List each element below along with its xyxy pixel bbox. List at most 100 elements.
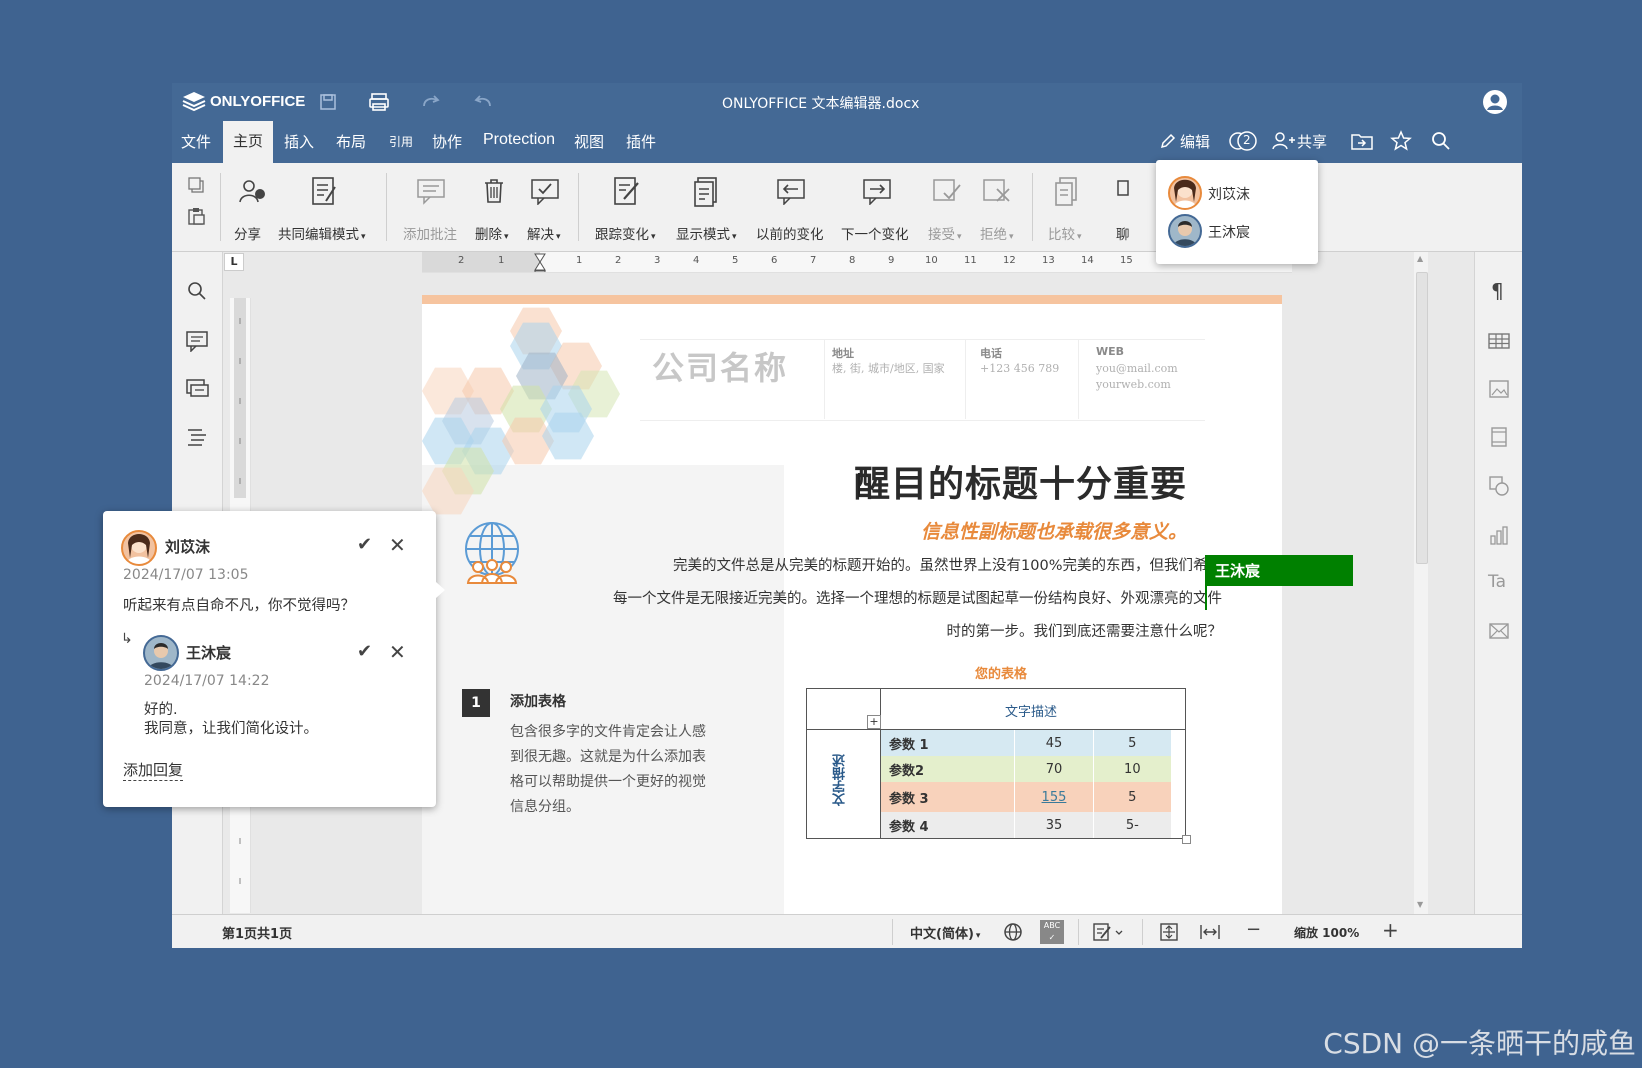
table-cell[interactable]: 70 [1014,756,1094,782]
previous-change-button[interactable]: 以前的变化 [756,223,824,243]
share-label[interactable]: 共享 [1297,131,1327,152]
tab-file[interactable]: 文件 [181,131,211,152]
display-mode-button[interactable]: 显示模式 ▾ [676,223,737,243]
compare-button[interactable]: 比较 ▾ [1048,223,1082,243]
header-footer-icon[interactable] [1489,426,1509,448]
document-table[interactable]: 文字描述 文字描述 + 参数 1 45 5 参数2 70 10 参数 3 155… [806,688,1191,844]
zoom-in-button[interactable]: + [1382,918,1399,942]
open-location-icon[interactable] [1350,131,1374,151]
tab-view[interactable]: 视图 [574,131,604,152]
undo-icon[interactable] [472,92,494,112]
section-line: 包含很多字的文件肯定会让人感 [510,724,706,740]
previous-change-icon[interactable] [776,177,806,205]
edit-pencil-icon[interactable] [1159,132,1177,150]
scroll-down-icon[interactable]: ▼ [1417,900,1423,909]
next-change-button[interactable]: 下一个变化 [841,223,909,243]
image-settings-icon[interactable] [1488,379,1510,399]
accept-button[interactable]: 接受 ▾ [928,223,962,243]
table-cell[interactable]: 参数 1 [881,730,1015,756]
zoom-out-button[interactable]: − [1246,919,1261,940]
reject-button[interactable]: 拒绝 ▾ [980,223,1014,243]
paste-icon[interactable] [186,206,206,226]
table-cell[interactable]: 参数 4 [881,812,1015,838]
spell-check-icon[interactable]: ABC ✓ [1040,920,1064,944]
table-cell[interactable]: 10 [1092,756,1171,782]
ribbon-toolbar: 分享 共同编辑模式▾ 添加批注 删除▾ 解决▾ 跟踪变化▾ 显示模式▾ [172,163,1522,252]
tab-protection[interactable]: Protection [483,131,555,149]
table-settings-icon[interactable] [1487,331,1511,351]
scrollbar-thumb[interactable] [1416,272,1428,564]
tab-collaboration[interactable]: 协作 [432,131,462,152]
table-cell[interactable]: 参数 3 [881,782,1015,812]
display-mode-icon[interactable] [692,175,722,207]
delete-button[interactable]: 删除 ▾ [475,223,509,243]
paragraph-settings-icon[interactable]: ¶ [1491,279,1504,303]
navigation-icon[interactable] [186,427,208,447]
track-changes-status-icon[interactable] [1092,921,1126,943]
table-cell[interactable]: 35 [1014,812,1094,838]
user-account-icon[interactable] [1482,89,1508,115]
table-cell[interactable]: 参数2 [881,756,1015,782]
add-comment-button[interactable]: 添加批注 [403,223,457,243]
table-row[interactable]: 参数 1 45 5 [881,730,1171,756]
tab-layout[interactable]: 布局 [336,131,366,152]
resolve-comment-icon[interactable]: ✔ [357,534,372,555]
edit-mode-label[interactable]: 编辑 [1180,131,1210,152]
table-cell-changed[interactable]: 155 [1014,782,1094,812]
next-change-icon[interactable] [862,177,892,205]
search-icon[interactable] [1430,130,1452,152]
share-icon[interactable] [238,177,268,205]
table-row[interactable]: 参数 3 155 5 [881,782,1171,812]
share-button[interactable]: 分享 [234,223,261,243]
chat-icon[interactable] [1116,177,1130,205]
chart-settings-icon[interactable] [1488,524,1510,546]
coedit-mode-icon[interactable] [310,175,338,207]
scroll-up-icon[interactable]: ▲ [1417,254,1423,263]
coedit-mode-button[interactable]: 共同编辑模式 ▾ [278,223,366,243]
language-selector[interactable]: 中文(简体) ▾ [910,923,980,942]
share-users-icon[interactable] [1272,131,1296,151]
tab-references[interactable]: 引用 [389,133,413,150]
table-cell[interactable]: 5 [1092,730,1171,756]
print-icon[interactable] [368,91,390,113]
comments-icon[interactable] [185,330,209,352]
resolve-reply-icon[interactable]: ✔ [357,641,372,662]
vertical-scrollbar[interactable]: ▲ ▼ [1414,252,1428,914]
zoom-level[interactable]: 缩放 100% [1294,924,1359,941]
resolve-icon[interactable] [530,177,560,205]
add-reply-link[interactable]: 添加回复 [123,759,184,781]
table-cell[interactable]: 5- [1092,812,1171,838]
chat-button[interactable]: 聊 [1116,223,1130,243]
tab-plugins[interactable]: 插件 [626,131,656,152]
search-icon[interactable] [186,280,208,302]
table-resize-handle[interactable] [1182,835,1191,844]
fit-width-icon[interactable] [1198,921,1222,943]
table-move-handle[interactable]: + [867,715,881,729]
text-art-icon[interactable]: Ta [1488,572,1506,592]
copy-icon[interactable] [186,175,206,195]
tab-insert[interactable]: 插入 [284,131,314,152]
resolve-button[interactable]: 解决 ▾ [527,223,561,243]
fit-page-icon[interactable] [1158,921,1180,943]
track-changes-icon[interactable] [612,175,642,207]
favorite-star-icon[interactable] [1390,130,1412,152]
tab-stop-selector[interactable]: L [224,253,244,271]
chat-panel-icon[interactable] [185,378,209,400]
table-cell[interactable]: 5 [1092,782,1171,812]
track-changes-button[interactable]: 跟踪变化 ▾ [595,223,656,243]
reply-text: 好的. 我同意，让我们简化设计。 [144,701,318,739]
delete-trash-icon[interactable] [483,177,505,205]
table-row[interactable]: 参数2 70 10 [881,756,1171,782]
document-page[interactable]: 公司名称 地址 楼, 街, 城市/地区, 国家 电话 +123 456 789 … [422,295,1282,914]
table-cell[interactable]: 45 [1014,730,1094,756]
mail-merge-icon[interactable] [1488,622,1510,640]
save-icon[interactable] [318,92,338,112]
globe-language-icon[interactable] [1002,921,1024,943]
table-row[interactable]: 参数 4 35 5- [881,812,1171,838]
page-info[interactable]: 第1页共1页 [222,923,292,942]
shape-settings-icon[interactable] [1488,475,1510,497]
tab-home[interactable]: 主页 [223,121,274,163]
close-reply-icon[interactable]: ✕ [389,640,406,664]
redo-icon[interactable] [420,92,442,112]
close-comment-icon[interactable]: ✕ [389,533,406,557]
